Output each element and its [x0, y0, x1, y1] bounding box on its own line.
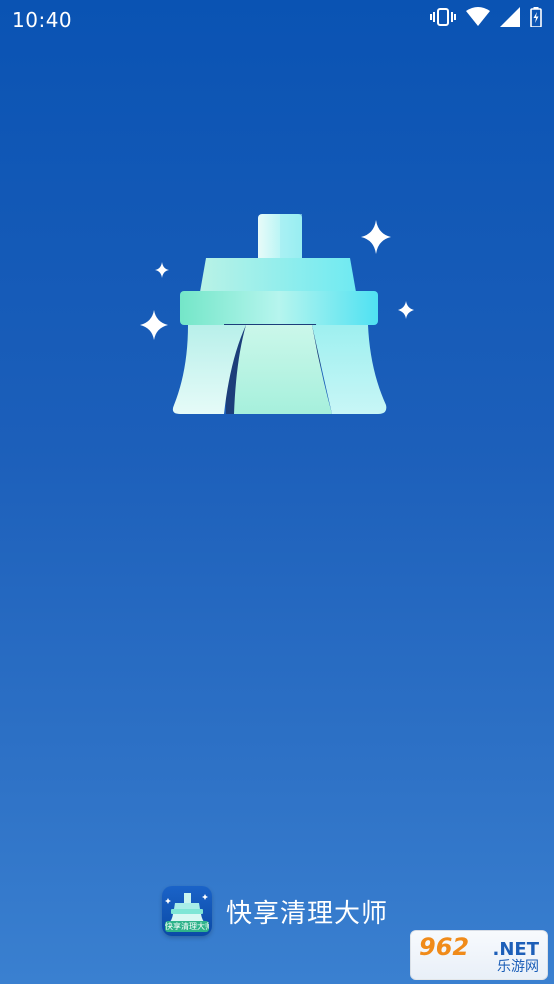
wifi-icon — [466, 7, 490, 26]
status-icons — [430, 7, 542, 27]
sparkle-icon — [140, 310, 168, 340]
battery-charging-icon — [530, 7, 542, 27]
footer-brand: 快享清理大师 快享清理大师 — [162, 886, 388, 936]
watermark-number: 962 — [419, 933, 470, 961]
sparkle-icon — [155, 262, 169, 278]
app-icon-label: 快享清理大师 — [165, 921, 209, 932]
app-logo: 快享清理大师 — [162, 886, 212, 936]
sparkle-icon — [361, 220, 391, 254]
signal-icon — [500, 7, 520, 27]
app-name: 快享清理大师 — [226, 898, 389, 929]
watermark-sub: 乐游网 — [497, 959, 539, 975]
sparkle-icon — [398, 301, 414, 319]
broom-cleaning-icon — [140, 214, 414, 414]
status-time: 10:40 — [12, 8, 73, 32]
watermark-logo: 962 .NET 乐游网 — [410, 930, 548, 980]
vibrate-icon — [430, 8, 456, 26]
status-bar: 10:40 — [0, 0, 554, 38]
